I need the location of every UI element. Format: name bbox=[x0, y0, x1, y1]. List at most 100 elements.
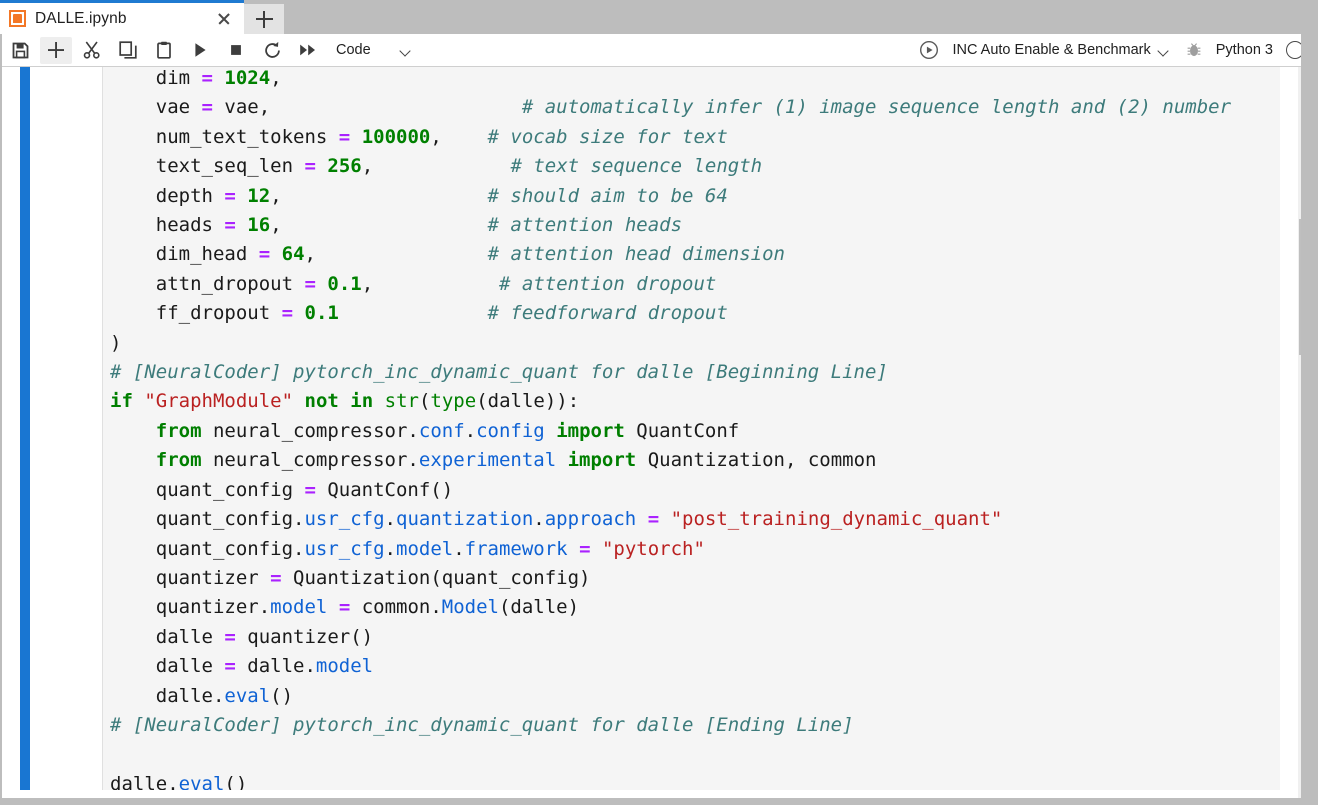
code-cell[interactable]: dim = 1024, vae = vae, # automatically i… bbox=[20, 67, 1280, 790]
toolbar-right-group: INC Auto Enable & Benchmark Python 3 bbox=[918, 39, 1318, 61]
stop-square-icon bbox=[227, 41, 245, 59]
code-token: # vocab size for text bbox=[488, 126, 728, 148]
window-bottom-gutter bbox=[0, 798, 1318, 805]
code-token: = bbox=[224, 214, 235, 236]
code-token: type bbox=[430, 390, 476, 412]
code-token: config bbox=[476, 420, 545, 442]
code-token: = bbox=[224, 655, 235, 677]
code-token: quantization bbox=[396, 508, 533, 530]
code-token: # feedforward dropout bbox=[488, 302, 728, 324]
code-token: "GraphModule" bbox=[144, 390, 293, 412]
window-left-gutter bbox=[0, 34, 2, 805]
inc-extension-label: INC Auto Enable & Benchmark bbox=[952, 42, 1150, 58]
save-icon bbox=[12, 42, 29, 59]
code-token: str bbox=[385, 390, 419, 412]
code-text[interactable]: dim = 1024, vae = vae, # automatically i… bbox=[110, 67, 1231, 790]
cell-type-label: Code bbox=[336, 42, 371, 58]
notebook-area: dim = 1024, vae = vae, # automatically i… bbox=[0, 67, 1318, 798]
cut-button[interactable] bbox=[76, 37, 108, 64]
notebook-toolbar: Code INC Auto Enable & Benchmark bbox=[0, 34, 1318, 67]
code-token: approach bbox=[545, 508, 637, 530]
code-token: # automatically infer (1) image sequence… bbox=[522, 96, 1231, 118]
code-token: experimental bbox=[419, 449, 556, 471]
jupyter-notebook-window: DALLE.ipynb bbox=[0, 0, 1318, 805]
code-token: from bbox=[156, 420, 202, 442]
code-token: conf bbox=[419, 420, 465, 442]
clipboard-icon bbox=[155, 41, 173, 59]
code-token: 1024 bbox=[224, 67, 270, 89]
run-button[interactable] bbox=[184, 37, 216, 64]
code-token: = bbox=[282, 302, 293, 324]
code-token: = bbox=[339, 126, 350, 148]
code-token: 0.1 bbox=[305, 302, 339, 324]
code-token: if bbox=[110, 390, 133, 412]
code-token: framework bbox=[465, 538, 568, 560]
code-token: "post_training_dynamic_quant" bbox=[671, 508, 1003, 530]
code-token: = bbox=[224, 185, 235, 207]
code-token: = bbox=[270, 567, 281, 589]
close-icon[interactable] bbox=[214, 9, 234, 29]
code-token: usr_cfg bbox=[304, 538, 384, 560]
bug-icon[interactable] bbox=[1186, 41, 1202, 59]
tab-bar: DALLE.ipynb bbox=[0, 0, 1318, 34]
cell-type-select[interactable]: Code bbox=[336, 37, 412, 64]
code-token: 100000 bbox=[362, 126, 431, 148]
code-token: 12 bbox=[247, 185, 270, 207]
chevron-down-icon bbox=[1159, 47, 1170, 54]
paste-button[interactable] bbox=[148, 37, 180, 64]
run-all-button[interactable] bbox=[292, 37, 324, 64]
play-icon bbox=[191, 41, 209, 59]
restart-button[interactable] bbox=[256, 37, 288, 64]
code-token: # [NeuralCoder] pytorch_inc_dynamic_quan… bbox=[110, 361, 888, 383]
save-button[interactable] bbox=[4, 37, 36, 64]
code-token: = bbox=[259, 243, 270, 265]
code-token: = bbox=[648, 508, 659, 530]
notebook-scroll-host: dim = 1024, vae = vae, # automatically i… bbox=[0, 67, 1280, 798]
insert-cell-button[interactable] bbox=[40, 37, 72, 64]
code-token: eval bbox=[179, 773, 225, 790]
code-token: # text sequence length bbox=[510, 155, 762, 177]
code-token: model bbox=[316, 655, 373, 677]
new-tab-button[interactable] bbox=[244, 4, 284, 34]
code-token: # should aim to be 64 bbox=[488, 185, 728, 207]
code-token: = bbox=[304, 155, 315, 177]
code-token: = bbox=[202, 67, 213, 89]
code-editor[interactable]: dim = 1024, vae = vae, # automatically i… bbox=[102, 67, 1280, 790]
code-token: = bbox=[304, 479, 315, 501]
code-token: model bbox=[396, 538, 453, 560]
fast-forward-icon bbox=[298, 41, 318, 59]
copy-icon bbox=[119, 41, 137, 59]
record-circle-icon[interactable] bbox=[918, 39, 940, 61]
code-token: = bbox=[202, 96, 213, 118]
scissors-icon bbox=[83, 41, 101, 59]
code-token: # attention dropout bbox=[499, 273, 716, 295]
code-token: model bbox=[270, 596, 327, 618]
code-token: # attention head dimension bbox=[488, 243, 785, 265]
notebook-tab[interactable]: DALLE.ipynb bbox=[0, 0, 244, 34]
notebook-icon bbox=[9, 10, 26, 27]
code-token: not bbox=[305, 390, 339, 412]
chevron-down-icon bbox=[401, 47, 412, 54]
code-token: import bbox=[568, 449, 637, 471]
inc-extension-select[interactable]: INC Auto Enable & Benchmark bbox=[952, 42, 1169, 58]
code-token: Model bbox=[442, 596, 499, 618]
code-token: 64 bbox=[282, 243, 305, 265]
window-right-gutter bbox=[1301, 34, 1318, 805]
tab-title: DALLE.ipynb bbox=[35, 10, 214, 28]
code-token: = bbox=[339, 596, 350, 618]
active-cell-bar bbox=[20, 67, 30, 790]
code-token: in bbox=[350, 390, 373, 412]
code-token: from bbox=[156, 449, 202, 471]
code-token: 0.1 bbox=[327, 273, 361, 295]
copy-button[interactable] bbox=[112, 37, 144, 64]
code-token: = bbox=[304, 273, 315, 295]
code-token: = bbox=[579, 538, 590, 560]
code-token: = bbox=[224, 626, 235, 648]
code-token: # [NeuralCoder] pytorch_inc_dynamic_quan… bbox=[110, 714, 854, 736]
kernel-name-label[interactable]: Python 3 bbox=[1216, 42, 1273, 58]
stop-button[interactable] bbox=[220, 37, 252, 64]
restart-icon bbox=[263, 41, 282, 60]
code-token: "pytorch" bbox=[602, 538, 705, 560]
code-token: import bbox=[556, 420, 625, 442]
plus-icon bbox=[47, 41, 65, 59]
